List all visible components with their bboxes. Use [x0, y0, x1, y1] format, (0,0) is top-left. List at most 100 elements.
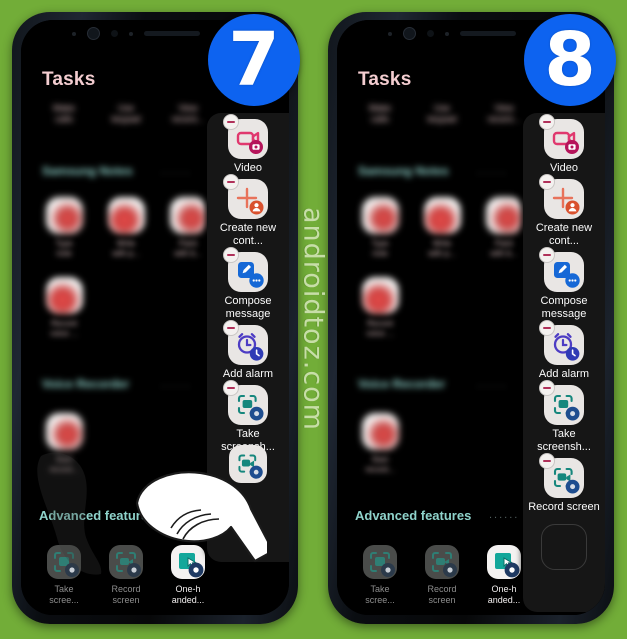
- screenshot-stage: Tasks Make calls Use keypad View recent... …: [0, 0, 627, 639]
- edge-panel-item-record-screen[interactable]: Record screen: [523, 453, 605, 514]
- create-contact-icon: [223, 174, 268, 219]
- quick-task-row-left: Make calls Use keypad View recent...: [33, 103, 219, 125]
- edge-panel-item-add-alarm[interactable]: Add alarm: [207, 320, 289, 381]
- create-contact-icon: [539, 174, 584, 219]
- site-watermark: androidtoz.com: [297, 207, 329, 431]
- section-header-advanced-features: Advanced features: [355, 508, 472, 523]
- app-tile-label: Paint with b...: [174, 239, 202, 258]
- take-screenshot-icon: [539, 380, 584, 425]
- section-divider-dots: ......: [489, 509, 520, 521]
- edge-panel-slots-left: Video Create new cont... Compose message…: [207, 113, 289, 458]
- edge-panel-item-compose-message[interactable]: Compose message: [523, 247, 605, 321]
- app-tile-label: One-h anded...: [487, 584, 521, 605]
- one-handed-mode-icon: [487, 545, 521, 579]
- edge-panel-item-create-contact[interactable]: Create new cont...: [207, 174, 289, 248]
- record-screen-icon: [539, 453, 584, 498]
- take-screenshot-icon: [223, 380, 268, 425]
- add-alarm-icon: [539, 320, 584, 365]
- record-screen-icon: [425, 545, 459, 579]
- compose-message-icon: [223, 247, 268, 292]
- app-grid-samsung-notes-row2: Record voice ...: [349, 277, 411, 339]
- remove-icon[interactable]: [223, 380, 239, 396]
- step-badge-8: 8: [524, 14, 616, 106]
- edge-panel-item-take-screenshot[interactable]: Take screensh...: [523, 380, 605, 454]
- remove-icon[interactable]: [223, 174, 239, 190]
- write-with-pen-icon: [423, 197, 461, 234]
- remove-icon[interactable]: [539, 380, 555, 396]
- type-note-icon: [45, 197, 83, 234]
- app-tile[interactable]: Type note: [33, 197, 95, 259]
- app-tile[interactable]: Record voice ...: [33, 277, 95, 339]
- app-grid-advanced-features: Take scree... Record screen One-h anded.…: [33, 545, 219, 606]
- section-header-voice-recorder: Voice Recorder: [42, 377, 130, 391]
- page-title: Tasks: [358, 69, 412, 90]
- edge-panel-item-compose-message[interactable]: Compose message: [207, 247, 289, 321]
- app-tile-record-screen[interactable]: Record screen: [95, 545, 157, 606]
- app-tile-label: Type note: [371, 239, 389, 258]
- app-tile-label: Record voice ...: [50, 319, 78, 338]
- video-camera-icon: [223, 114, 268, 159]
- app-tile-label: Write with p...: [428, 239, 456, 258]
- edge-panel-item-label: Take screensh...: [537, 428, 591, 453]
- record-voice-icon: [45, 277, 83, 314]
- quick-task-label: Make calls: [52, 103, 75, 124]
- edge-panel-item-video[interactable]: Video: [207, 114, 289, 175]
- app-tile-label: Record voice ...: [366, 319, 394, 338]
- dragged-record-screen-icon[interactable]: [229, 445, 267, 483]
- app-grid-voice-recorder: Start record...: [349, 413, 411, 475]
- app-tile-label: Write with p...: [112, 239, 140, 258]
- remove-icon[interactable]: [223, 247, 239, 263]
- app-tile[interactable]: Write with p...: [95, 197, 157, 259]
- edge-panel-item-label: Compose message: [224, 295, 272, 320]
- section-divider-dots: ......: [173, 509, 204, 521]
- app-grid-samsung-notes: Type note Write with p... Paint with b...: [349, 197, 535, 259]
- app-tile[interactable]: Type note: [349, 197, 411, 259]
- edge-panel-item-add-alarm[interactable]: Add alarm: [523, 320, 605, 381]
- compose-message-icon: [539, 247, 584, 292]
- section-divider-dots: ......: [477, 165, 508, 177]
- edge-panel-empty-slot[interactable]: [541, 524, 587, 570]
- remove-icon[interactable]: [539, 247, 555, 263]
- edge-panel-item-create-contact[interactable]: Create new cont...: [523, 174, 605, 248]
- phone-screen-left: Tasks Make calls Use keypad View recent... …: [21, 20, 289, 615]
- app-tile-label: Type note: [55, 239, 73, 258]
- edge-panel-item-label: Compose message: [540, 295, 588, 320]
- remove-icon[interactable]: [223, 114, 239, 130]
- remove-icon[interactable]: [539, 453, 555, 469]
- app-tile[interactable]: Start record...: [349, 413, 411, 475]
- section-divider-dots: ......: [161, 378, 192, 390]
- app-grid-samsung-notes: Type note Write with p... Paint with b...: [33, 197, 219, 259]
- app-tile[interactable]: Start record...: [33, 413, 95, 475]
- edge-panel-slots-right: Video Create new cont... Compose message…: [523, 113, 605, 570]
- record-screen-icon: [109, 545, 143, 579]
- app-tile[interactable]: Write with p...: [411, 197, 473, 259]
- quick-task-label: Make calls: [368, 103, 391, 124]
- phone-device-right: Tasks Make calls Use keypad View recent... …: [328, 12, 616, 624]
- take-screenshot-icon: [47, 545, 81, 579]
- edge-panel-item-video[interactable]: Video: [523, 114, 605, 175]
- app-tile-take-screenshot[interactable]: Take scree...: [33, 545, 95, 606]
- section-header-samsung-notes: Samsung Notes: [42, 164, 133, 178]
- proximity-sensor-icon: [445, 31, 449, 36]
- app-tile-record-screen[interactable]: Record screen: [411, 545, 473, 606]
- iris-sensor-icon: [111, 30, 118, 37]
- write-with-pen-icon: [107, 197, 145, 234]
- remove-icon[interactable]: [539, 114, 555, 130]
- sensor-dot-icon: [388, 31, 392, 36]
- section-header-samsung-notes: Samsung Notes: [358, 164, 449, 178]
- quick-task-row-right: Make calls Use keypad View recent...: [349, 103, 535, 125]
- edge-panel-item-take-screenshot[interactable]: Take screensh...: [207, 380, 289, 454]
- edge-panel-apps-left[interactable]: Video Create new cont... Compose message…: [207, 113, 289, 562]
- app-tile[interactable]: Record voice ...: [349, 277, 411, 339]
- remove-icon[interactable]: [539, 174, 555, 190]
- remove-icon[interactable]: [223, 320, 239, 336]
- remove-icon[interactable]: [539, 320, 555, 336]
- app-tile-label: Start record...: [365, 455, 395, 474]
- edge-panel-apps-right[interactable]: Video Create new cont... Compose message…: [523, 113, 605, 612]
- add-alarm-icon: [223, 320, 268, 365]
- edge-panel-item-label: Create new cont...: [535, 222, 593, 247]
- paint-with-brush-icon: [485, 197, 523, 234]
- app-tile-take-screenshot[interactable]: Take scree...: [349, 545, 411, 606]
- earpiece-speaker-icon: [144, 31, 200, 36]
- one-handed-mode-icon: [171, 545, 205, 579]
